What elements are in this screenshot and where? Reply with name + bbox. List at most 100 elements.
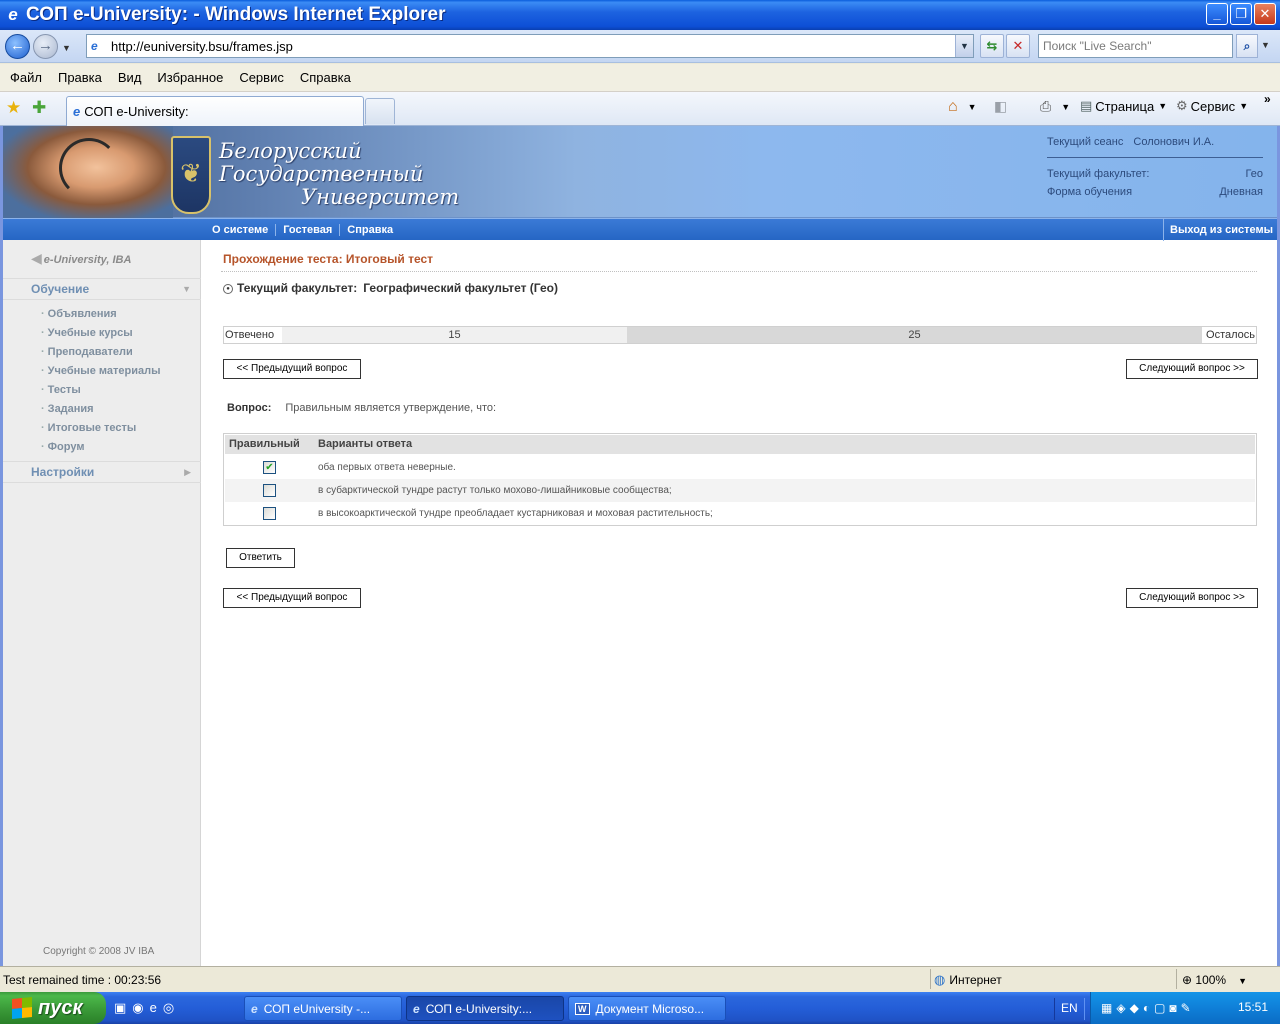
minimize-button[interactable]: _	[1206, 3, 1228, 25]
sidebar-item-final-tests[interactable]: · Итоговые тесты	[41, 422, 160, 441]
answer-text: в субарктической тундре растут только мо…	[318, 485, 672, 496]
menu-edit[interactable]: Правка	[58, 70, 102, 85]
search-input[interactable]: Поиск "Live Search"	[1038, 34, 1233, 58]
window-title: СОП e-University: - Windows Internet Exp…	[26, 4, 446, 25]
sidebar-item-teachers[interactable]: · Преподаватели	[41, 346, 160, 365]
status-text: Test remained time : 00:23:56	[3, 973, 162, 987]
refresh-button[interactable]: ⇆	[980, 34, 1004, 58]
sidebar-item-courses[interactable]: · Учебные курсы	[41, 327, 160, 346]
current-faculty-label: Текущий факультет:	[237, 281, 358, 295]
taskbar-item-word-document[interactable]: W Документ Microso...	[568, 996, 726, 1021]
taskbar-item-euniversity-2[interactable]: e СОП e-University:...	[406, 996, 564, 1021]
browser-quicklaunch-icon[interactable]: ◎	[163, 1000, 174, 1016]
forward-button[interactable]: →	[33, 34, 58, 59]
zoom-control[interactable]: ⊕ 100% ▼	[1182, 973, 1247, 987]
sidebar-item-assignments[interactable]: · Задания	[41, 403, 160, 422]
home-icon[interactable]: ⌂ ▼	[948, 98, 977, 116]
question: Вопрос: Правильным является утверждение, …	[227, 402, 496, 414]
tray-antivirus-icon[interactable]: ◙	[1169, 1001, 1176, 1015]
search-options-dropdown[interactable]: ▼	[1261, 40, 1270, 50]
sidebar-item-tests[interactable]: · Тесты	[41, 384, 160, 403]
address-url[interactable]: http://euniversity.bsu/frames.jsp	[111, 39, 293, 54]
submit-answer-button[interactable]: Ответить	[226, 548, 295, 568]
sidebar-item-announcements[interactable]: · Объявления	[41, 308, 160, 327]
answer-checkbox[interactable]	[263, 484, 276, 497]
previous-question-button[interactable]: << Предыдущий вопрос	[223, 359, 361, 379]
tray-tool-icon[interactable]: ✎	[1181, 1001, 1191, 1015]
tools-menu[interactable]: ⚙ Сервис ▼	[1176, 98, 1248, 114]
rss-feeds-icon[interactable]: ◧	[994, 98, 1007, 115]
tab-label: СОП e-University:	[84, 104, 189, 119]
page-menu-icon: ▤	[1080, 98, 1093, 113]
menu-file[interactable]: Файл	[10, 70, 42, 85]
tray-monitor-icon[interactable]: ▢	[1154, 1001, 1165, 1015]
question-text: Правильным является утверждение, что:	[285, 402, 497, 414]
address-dropdown-icon[interactable]: ▼	[955, 35, 973, 57]
nav-about[interactable]: О системе	[205, 224, 277, 236]
answers-table: Правильный Варианты ответа ✔ оба первых …	[223, 433, 1257, 526]
answer-checkbox[interactable]: ✔	[263, 461, 276, 474]
menu-bar: Файл Правка Вид Избранное Сервис Справка	[0, 64, 1280, 92]
sidebar-item-forum[interactable]: · Форум	[41, 441, 160, 460]
sidebar-brand-text: e-University, IBA	[43, 254, 132, 266]
menu-tools[interactable]: Сервис	[239, 70, 284, 85]
faculty-label: Текущий факультет:	[1047, 168, 1150, 180]
maximize-button[interactable]: ❐	[1230, 3, 1252, 25]
more-tools-chevron-icon[interactable]: »	[1264, 92, 1271, 106]
tray-security-icon[interactable]: ◆	[1130, 1001, 1139, 1015]
save-icon[interactable]: ▣	[114, 1000, 126, 1016]
progress-track: 15 25	[282, 327, 1202, 343]
logout-link[interactable]: Выход из системы	[1163, 219, 1277, 241]
answer-text: оба первых ответа неверные.	[318, 462, 456, 473]
print-icon[interactable]: ⎙ ▼	[1040, 98, 1070, 115]
status-bar: Test remained time : 00:23:56 ◍ Интернет …	[0, 966, 1280, 992]
sidebar: ◀ e-University, IBA Обучение ▼ · Объявления…	[3, 240, 201, 966]
tray-app-icon[interactable]: ◈	[1116, 1001, 1125, 1015]
start-button[interactable]: пуск	[0, 992, 106, 1024]
add-favorites-icon[interactable]: ✚	[32, 98, 46, 118]
system-tray: ▦ ◈ ◆ ◐ ▢ ◙ ✎ 15:51	[1090, 992, 1280, 1024]
window-controls: _ ❐ ✕	[1206, 3, 1276, 25]
stop-button[interactable]: ✕	[1006, 34, 1030, 58]
tab-current[interactable]: e СОП e-University:	[66, 96, 364, 126]
recent-pages-dropdown[interactable]: ▼	[62, 43, 71, 53]
answer-row: в субарктической тундре растут только мо…	[225, 479, 1255, 502]
tray-volume-icon[interactable]: ◐	[1143, 1001, 1150, 1015]
ie-quicklaunch-icon[interactable]: e	[150, 1000, 157, 1016]
menu-help[interactable]: Справка	[300, 70, 351, 85]
page-menu[interactable]: ▤ Страница ▼	[1080, 98, 1167, 114]
quick-launch: ▣ ◉ e ◎	[114, 1000, 174, 1016]
current-faculty-value: Географический факультет (Гео)	[363, 281, 558, 295]
nav-help[interactable]: Справка	[340, 224, 400, 236]
start-label: пуск	[38, 996, 83, 1019]
remaining-segment: 25	[627, 327, 1202, 343]
zoom-level: 100%	[1195, 973, 1227, 987]
close-button[interactable]: ✕	[1254, 3, 1276, 25]
media-player-icon[interactable]: ◉	[132, 1000, 143, 1016]
menu-view[interactable]: Вид	[118, 70, 142, 85]
menu-favorites[interactable]: Избранное	[157, 70, 223, 85]
next-question-button[interactable]: Следующий вопрос >>	[1126, 359, 1258, 379]
sidebar-section-learning[interactable]: Обучение ▼	[3, 278, 201, 300]
next-question-button-bottom[interactable]: Следующий вопрос >>	[1126, 588, 1258, 608]
sidebar-item-materials[interactable]: · Учебные материалы	[41, 365, 160, 384]
language-indicator[interactable]: EN	[1054, 998, 1085, 1020]
tray-network-icon[interactable]: ▦	[1101, 1001, 1112, 1015]
back-button[interactable]: ←	[5, 34, 30, 59]
banner-photo	[3, 126, 173, 218]
search-button[interactable]: ⌕	[1236, 34, 1258, 58]
taskbar-item-euniversity-1[interactable]: e СОП eUniversity -...	[244, 996, 402, 1021]
answered-segment: 15	[282, 327, 627, 343]
new-tab-button[interactable]	[365, 98, 395, 124]
nav-guestbook[interactable]: Гостевая	[276, 224, 341, 236]
favorites-center-icon[interactable]: ★	[6, 98, 21, 118]
test-panel: Прохождение теста: Итоговый тест ● Текущи…	[221, 240, 1259, 966]
answer-checkbox[interactable]	[263, 507, 276, 520]
address-bar[interactable]: e http://euniversity.bsu/frames.jsp ▼	[86, 34, 974, 58]
security-zone[interactable]: ◍ Интернет	[934, 972, 1002, 988]
sidebar-section-settings[interactable]: Настройки ▶	[3, 461, 201, 483]
previous-question-button-bottom[interactable]: << Предыдущий вопрос	[223, 588, 361, 608]
answered-count: 15	[448, 329, 461, 341]
university-crest-icon: ❦	[171, 136, 211, 214]
answer-row: в высокоарктической тундре преобладает к…	[225, 502, 1255, 525]
